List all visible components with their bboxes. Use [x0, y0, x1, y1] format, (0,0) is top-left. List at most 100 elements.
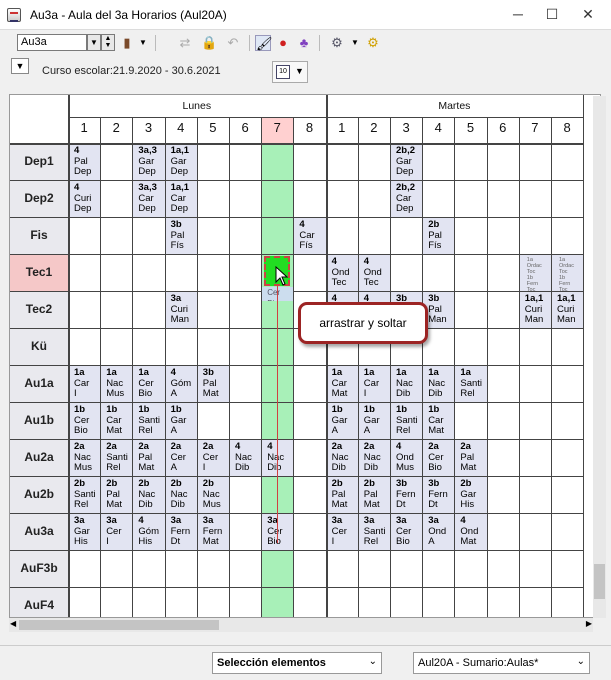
lesson-cell[interactable]: 1a,1 Curi Man	[552, 292, 584, 328]
lesson-cell[interactable]: 2a Nac Dib	[358, 440, 390, 476]
lesson-cell[interactable]: 3a Cer I	[326, 514, 358, 550]
lesson-cell[interactable]: 4 Car Fís	[294, 218, 326, 254]
lesson-cell[interactable]: 3b Pal Fís	[165, 218, 197, 254]
horizontal-scrollbar[interactable]: ◀ ▶	[9, 618, 593, 632]
lesson-cell[interactable]: 4 Góm A	[165, 366, 197, 402]
lesson-cell[interactable]: 2b Nac Dib	[133, 477, 165, 513]
lesson-cell[interactable]: 2a Nac Dib	[326, 440, 358, 476]
period-number[interactable]: 4	[165, 117, 197, 143]
transfer-icon[interactable]: ⇄	[177, 35, 193, 51]
lesson-cell[interactable]: 2a Pal Mat	[133, 440, 165, 476]
lesson-cell[interactable]: 1a Cer Bio	[133, 366, 165, 402]
lesson-cell[interactable]: 1b Car Mat	[423, 403, 455, 439]
lesson-cell[interactable]: 1a Nac Mus	[101, 366, 133, 402]
lesson-cell-split[interactable]: 1a Ordac Toc 1b Fern Toc	[519, 255, 551, 291]
period-number[interactable]: 4	[422, 117, 454, 143]
scroll-right-icon[interactable]: ▶	[586, 619, 592, 628]
calendar-button[interactable]: 10 ▼	[272, 61, 308, 83]
lesson-cell[interactable]: 2b Pal Mat	[326, 477, 358, 513]
lesson-cell[interactable]: 4 Ond Mat	[455, 514, 487, 550]
combo-spin-button[interactable]: ▲ ▼	[101, 34, 115, 51]
lesson-cell[interactable]: 2b,2 Gar Dep	[391, 144, 423, 180]
lesson-cell[interactable]: 2a Cer I	[197, 440, 229, 476]
lesson-cell[interactable]: 3a Fern Dt	[165, 514, 197, 550]
lesson-cell[interactable]: 4 Nac Dib	[230, 440, 262, 476]
selection-mode-select[interactable]: Selección elementos ⌄	[212, 652, 382, 674]
room-row-label[interactable]: Dep2	[10, 180, 68, 217]
lesson-cell[interactable]: 3a,3 Car Dep	[133, 181, 165, 217]
lesson-cell[interactable]: 3a Ond A	[423, 514, 455, 550]
lesson-cell[interactable]: 4 Ond Tec	[358, 255, 390, 291]
lesson-cell[interactable]: 2b Santi Rel	[69, 477, 101, 513]
lesson-cell[interactable]: 4 Pal Dep	[69, 144, 101, 180]
lesson-cell[interactable]: 4 Góm His	[133, 514, 165, 550]
lesson-cell[interactable]: 1a,1 Car Dep	[165, 181, 197, 217]
scroll-left-icon[interactable]: ◀	[10, 619, 16, 628]
chevron-down-icon[interactable]: ▼	[135, 35, 151, 51]
room-row-label[interactable]: Fis	[10, 217, 68, 254]
lesson-cell[interactable]: 1b Gar A	[358, 403, 390, 439]
room-row-label[interactable]: Au2b	[10, 476, 68, 513]
lesson-cell[interactable]: 1b Gar A	[326, 403, 358, 439]
period-number[interactable]: 3	[132, 117, 164, 143]
lesson-cell[interactable]: 2b Nac Mus	[197, 477, 229, 513]
lesson-cell[interactable]: 1b Car Mat	[101, 403, 133, 439]
room-row-label[interactable]: Kü	[10, 328, 68, 365]
lesson-cell[interactable]: 1a Car I	[69, 366, 101, 402]
menu-dropdown-button[interactable]: ▼	[11, 58, 29, 74]
lesson-cell[interactable]: 3b Fern Dt	[391, 477, 423, 513]
room-row-label[interactable]: Au1a	[10, 365, 68, 402]
minimize-button[interactable]: ─	[507, 4, 529, 24]
lesson-cell[interactable]: 1b Gar A	[165, 403, 197, 439]
period-number[interactable]: 3	[390, 117, 422, 143]
scroll-thumb[interactable]	[594, 564, 605, 599]
lesson-cell[interactable]: 3a Gar His	[69, 514, 101, 550]
lesson-cell[interactable]: 2b Gar His	[455, 477, 487, 513]
lesson-cell[interactable]: 2a Cer A	[165, 440, 197, 476]
lesson-cell[interactable]: 1a,1 Gar Dep	[165, 144, 197, 180]
period-number[interactable]: 7	[519, 117, 551, 143]
lesson-cell[interactable]: 2a Nac Mus	[69, 440, 101, 476]
period-number[interactable]: 8	[293, 117, 325, 143]
room-row-label[interactable]: Au3a	[10, 513, 68, 550]
lesson-cell[interactable]: 3a Fern Mat	[197, 514, 229, 550]
period-number[interactable]: 5	[454, 117, 486, 143]
settings-gear-icon[interactable]: ⚙	[329, 35, 345, 51]
lesson-cell[interactable]: 1a Nac Dib	[423, 366, 455, 402]
lesson-cell[interactable]: 3b Pal Mat	[197, 366, 229, 402]
period-number[interactable]: 1	[68, 117, 100, 143]
period-number[interactable]: 5	[197, 117, 229, 143]
vertical-scrollbar[interactable]	[593, 96, 606, 618]
lock-icon[interactable]: 🔒	[201, 35, 217, 51]
lesson-cell[interactable]: 3a Cer Bio	[391, 514, 423, 550]
gear-icon[interactable]: ⚙	[365, 35, 381, 51]
period-number[interactable]: 1	[326, 117, 358, 143]
lesson-cell[interactable]: 1b Santi Rel	[133, 403, 165, 439]
close-button[interactable]: ✕	[577, 4, 599, 24]
lesson-cell[interactable]: 2b Pal Mat	[358, 477, 390, 513]
lesson-cell[interactable]: 3a,3 Gar Dep	[133, 144, 165, 180]
lesson-cell[interactable]: 4 Ond Tec	[326, 255, 358, 291]
door-icon[interactable]: ▮	[119, 35, 135, 51]
lesson-cell[interactable]: 3a Santi Rel	[358, 514, 390, 550]
period-number[interactable]: 8	[551, 117, 583, 143]
lesson-cell[interactable]: 1a Car Mat	[326, 366, 358, 402]
period-number[interactable]: 6	[487, 117, 519, 143]
room-row-label[interactable]: Dep1	[10, 143, 68, 180]
chevron-down-icon[interactable]: ▼	[347, 35, 363, 51]
room-row-label[interactable]: Tec2	[10, 291, 68, 328]
period-number[interactable]: 2	[100, 117, 132, 143]
period-number[interactable]: 7	[261, 117, 294, 143]
brush-icon[interactable]: 🖌	[255, 35, 273, 51]
lesson-cell[interactable]: 1b Santi Rel	[391, 403, 423, 439]
room-row-label[interactable]: AuF4	[10, 587, 68, 617]
lesson-cell-split[interactable]: 1a Ordac Toc 1b Fern Toc	[552, 255, 584, 291]
lesson-cell[interactable]: 2b Pal Fís	[423, 218, 455, 254]
undo-icon[interactable]: ↶	[225, 35, 241, 51]
room-row-label[interactable]: Au2a	[10, 439, 68, 476]
lesson-cell[interactable]: 4 Curi Dep	[69, 181, 101, 217]
lesson-cell[interactable]: 1b Cer Bio	[69, 403, 101, 439]
lesson-cell[interactable]: 3a Cer I	[101, 514, 133, 550]
lesson-cell[interactable]: 2b Nac Dib	[165, 477, 197, 513]
lesson-cell[interactable]: 1a,1 Curi Man	[519, 292, 551, 328]
